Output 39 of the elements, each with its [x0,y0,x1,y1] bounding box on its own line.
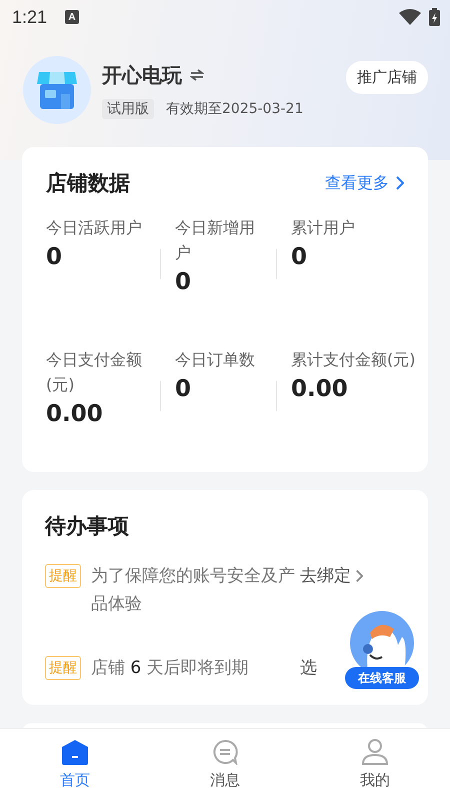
reminder-tag: 提醒 [45,656,81,680]
switch-icon[interactable] [190,69,204,81]
wifi-icon [399,9,421,25]
stat-value: 0 [291,244,308,270]
promote-store-button[interactable]: 推广店铺 [346,60,428,94]
stat-label: 累计用户 [291,217,356,239]
stat-value: 0 [46,244,62,270]
expiry-date: 有效期至2025-03-21 [166,100,304,118]
stat-label: 今日活跃用户 [46,217,143,239]
todo-action[interactable]: 去绑定 [300,562,363,590]
tab[interactable]: 首页 [0,729,150,800]
stat-value: 0 [175,376,192,402]
stat-label: 累计支付金额(元) [291,349,416,371]
stat-label: 今日新增用户 [175,217,256,264]
reminder-tag: 提醒 [45,564,81,588]
status-time: 1:21 [12,6,48,28]
trial-badge: 试用版 [102,98,154,118]
todo-text: 为了保障您的账号安全及产品体验 [91,565,296,616]
todo-text: 店铺 6 天后即将到期 [91,657,250,680]
view-more-link[interactable]: 查看更多 [325,172,404,194]
user-icon [361,739,389,765]
stat-value: 0 [175,269,192,295]
online-support-button[interactable]: 在线客服 [345,667,419,689]
section-title: 店铺数据 [46,170,130,197]
battery-icon [429,8,440,26]
stat-label: 今日支付金额(元) [46,349,143,396]
chevron-right-icon [395,176,404,190]
stat-value: 0.00 [46,401,103,427]
tab[interactable]: 消息 [150,729,300,800]
notification-icon: A [65,10,80,24]
store-name: 开心电玩 [102,62,182,88]
stat-label: 今日订单数 [175,349,256,371]
todo-action[interactable]: 选 [300,654,317,682]
home-icon [61,739,89,765]
tab[interactable]: 我的 [300,729,450,800]
chat-icon [211,739,239,765]
stat-value: 0.00 [291,376,348,402]
section-title: 待办事项 [45,514,129,538]
chevron-right-icon [355,569,363,583]
